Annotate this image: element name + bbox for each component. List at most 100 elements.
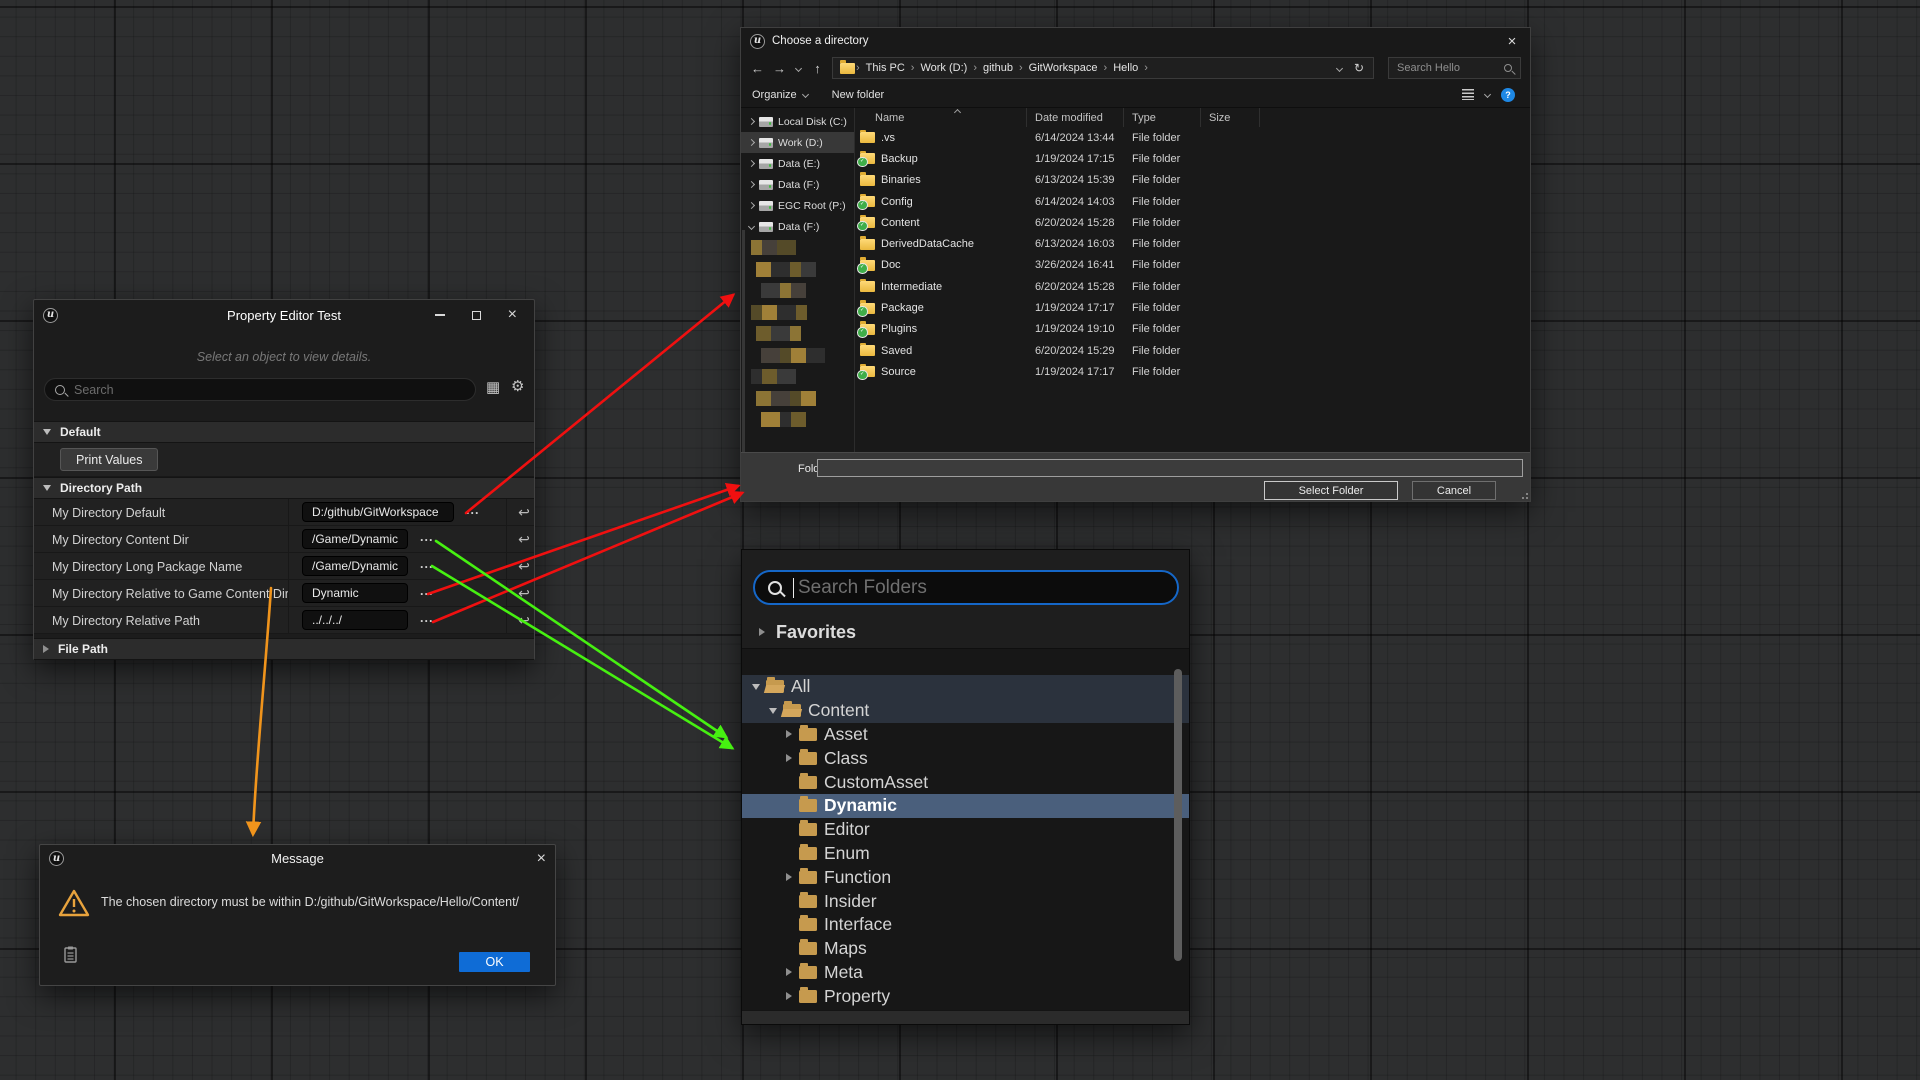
property-value-input[interactable]: ../../../ bbox=[302, 610, 408, 630]
chevron-right-icon bbox=[748, 202, 755, 209]
breadcrumb-item[interactable]: Hello bbox=[1108, 62, 1143, 74]
column-header-size[interactable]: Size bbox=[1201, 108, 1260, 127]
select-folder-button[interactable]: Select Folder bbox=[1264, 481, 1398, 500]
folder-tree-item-enum[interactable]: Enum bbox=[742, 842, 1189, 866]
column-header-type[interactable]: Type bbox=[1124, 108, 1201, 127]
reset-to-default-icon[interactable]: ↩ bbox=[513, 499, 535, 526]
file-row[interactable]: Source1/19/2024 17:17File folder bbox=[855, 361, 1530, 382]
up-icon[interactable]: ↑ bbox=[810, 61, 825, 76]
folder-search-input[interactable]: Search Folders bbox=[753, 570, 1179, 605]
section-header-default[interactable]: Default bbox=[34, 421, 534, 443]
folder-name-input[interactable] bbox=[817, 459, 1523, 477]
chevron-right-icon[interactable] bbox=[781, 754, 797, 762]
file-row[interactable]: Package1/19/2024 17:17File folder bbox=[855, 297, 1530, 318]
property-value-input[interactable]: D:/github/GitWorkspace bbox=[302, 502, 454, 522]
breadcrumb-item[interactable]: GitWorkspace bbox=[1024, 62, 1103, 74]
file-row[interactable]: Intermediate6/20/2024 15:28File folder bbox=[855, 276, 1530, 297]
property-value-input[interactable]: /Game/Dynamic bbox=[302, 529, 408, 549]
breadcrumb-item[interactable]: This PC bbox=[861, 62, 910, 74]
property-value-input[interactable]: /Game/Dynamic bbox=[302, 556, 408, 576]
sidebar-item[interactable]: Work (D:) bbox=[741, 132, 854, 153]
tree-scrollbar[interactable] bbox=[1174, 669, 1182, 961]
chevron-right-icon[interactable] bbox=[781, 968, 797, 976]
folder-tree-item-dynamic[interactable]: Dynamic bbox=[742, 794, 1189, 818]
browse-ellipsis-button[interactable]: ... bbox=[420, 584, 433, 598]
folder-tree-item-class[interactable]: Class bbox=[742, 746, 1189, 770]
folder-tree-item-maps[interactable]: Maps bbox=[742, 937, 1189, 961]
reset-to-default-icon[interactable]: ↩ bbox=[513, 580, 535, 607]
chevron-down-icon[interactable] bbox=[748, 684, 764, 690]
folder-tree-item-asset[interactable]: Asset bbox=[742, 723, 1189, 747]
chevron-down-icon[interactable] bbox=[765, 708, 781, 714]
file-row[interactable]: Binaries6/13/2024 15:39File folder bbox=[855, 170, 1530, 191]
reset-to-default-icon[interactable]: ↩ bbox=[513, 553, 535, 580]
file-row[interactable]: Backup1/19/2024 17:15File folder bbox=[855, 148, 1530, 169]
view-dropdown-icon[interactable] bbox=[1484, 91, 1491, 98]
sidebar-item[interactable]: Local Disk (C:) bbox=[741, 111, 854, 132]
column-header-name[interactable]: Name bbox=[855, 108, 1027, 127]
folder-tree-item-all[interactable]: All bbox=[742, 675, 1189, 699]
sidebar-item[interactable]: Data (F:) bbox=[741, 216, 854, 237]
close-icon[interactable]: × bbox=[537, 851, 546, 867]
address-bar[interactable]: › This PC›Work (D:)›github›GitWorkspace›… bbox=[832, 57, 1374, 79]
browse-ellipsis-button[interactable]: ... bbox=[420, 530, 433, 544]
folder-tree-item-meta[interactable]: Meta bbox=[742, 961, 1189, 985]
copy-to-clipboard-icon[interactable] bbox=[64, 946, 77, 963]
file-row[interactable]: Saved6/20/2024 15:29File folder bbox=[855, 340, 1530, 361]
file-row[interactable]: Doc3/26/2024 16:41File folder bbox=[855, 255, 1530, 276]
browse-ellipsis-button[interactable]: ... bbox=[420, 611, 433, 625]
section-header-file-path[interactable]: File Path bbox=[34, 638, 534, 660]
folder-tree-item-interface[interactable]: Interface bbox=[742, 913, 1189, 937]
cancel-button[interactable]: Cancel bbox=[1412, 481, 1496, 500]
browse-ellipsis-button[interactable]: ... bbox=[466, 503, 479, 517]
folder-tree-item-customasset[interactable]: CustomAsset bbox=[742, 770, 1189, 794]
sidebar-item[interactable]: Data (E:) bbox=[741, 153, 854, 174]
recent-locations-icon[interactable] bbox=[795, 64, 802, 71]
organize-button[interactable]: Organize bbox=[752, 89, 808, 101]
help-icon[interactable] bbox=[1501, 88, 1515, 102]
print-values-button[interactable]: Print Values bbox=[60, 448, 158, 471]
close-button[interactable]: × bbox=[1496, 28, 1528, 54]
back-icon[interactable]: ← bbox=[750, 61, 765, 76]
refresh-icon[interactable]: ↻ bbox=[1354, 61, 1364, 75]
minimize-icon[interactable] bbox=[435, 314, 445, 316]
ok-button[interactable]: OK bbox=[459, 952, 530, 972]
reset-to-default-icon[interactable]: ↩ bbox=[513, 607, 535, 634]
folder-tree-item-content[interactable]: Content bbox=[742, 699, 1189, 723]
search-input[interactable]: Search bbox=[44, 378, 476, 401]
resize-grip[interactable] bbox=[1522, 493, 1528, 499]
maximize-icon[interactable] bbox=[472, 311, 481, 320]
file-row[interactable]: Plugins1/19/2024 19:10File folder bbox=[855, 319, 1530, 340]
reset-to-default-icon[interactable]: ↩ bbox=[513, 526, 535, 553]
file-row[interactable]: DerivedDataCache6/13/2024 16:03File fold… bbox=[855, 233, 1530, 254]
sidebar-scrollbar[interactable] bbox=[742, 230, 745, 453]
breadcrumb-item[interactable]: github bbox=[978, 62, 1018, 74]
file-row[interactable]: Content6/20/2024 15:28File folder bbox=[855, 212, 1530, 233]
favorites-section[interactable]: Favorites bbox=[742, 616, 1189, 649]
search-input[interactable]: Search Hello bbox=[1388, 57, 1521, 79]
forward-icon[interactable]: → bbox=[772, 61, 787, 76]
chevron-right-icon[interactable] bbox=[781, 992, 797, 1000]
file-row[interactable]: Config6/14/2024 14:03File folder bbox=[855, 191, 1530, 212]
new-folder-button[interactable]: New folder bbox=[832, 89, 885, 101]
display-settings-icon[interactable]: ▦ bbox=[486, 380, 500, 395]
close-icon[interactable]: × bbox=[508, 307, 517, 323]
view-mode-icon[interactable] bbox=[1462, 89, 1474, 100]
sidebar-item[interactable]: Data (F:) bbox=[741, 174, 854, 195]
file-row[interactable]: .vs6/14/2024 13:44File folder bbox=[855, 127, 1530, 148]
folder-tree-label: Insider bbox=[824, 891, 877, 912]
section-header-directory-path[interactable]: Directory Path bbox=[34, 477, 534, 499]
folder-tree-item-property[interactable]: Property bbox=[742, 984, 1189, 1008]
folder-tree-item-editor[interactable]: Editor bbox=[742, 818, 1189, 842]
folder-tree-item-insider[interactable]: Insider bbox=[742, 889, 1189, 913]
sidebar-item[interactable]: EGC Root (P:) bbox=[741, 195, 854, 216]
folder-tree-item-function[interactable]: Function bbox=[742, 865, 1189, 889]
gear-icon[interactable]: ⚙ bbox=[511, 379, 524, 394]
browse-ellipsis-button[interactable]: ... bbox=[420, 557, 433, 571]
property-value-input[interactable]: Dynamic bbox=[302, 583, 408, 603]
breadcrumb-item[interactable]: Work (D:) bbox=[915, 62, 972, 74]
address-dropdown-icon[interactable] bbox=[1336, 64, 1343, 71]
chevron-right-icon[interactable] bbox=[781, 730, 797, 738]
column-header-date[interactable]: Date modified bbox=[1027, 108, 1124, 127]
chevron-right-icon[interactable] bbox=[781, 873, 797, 881]
